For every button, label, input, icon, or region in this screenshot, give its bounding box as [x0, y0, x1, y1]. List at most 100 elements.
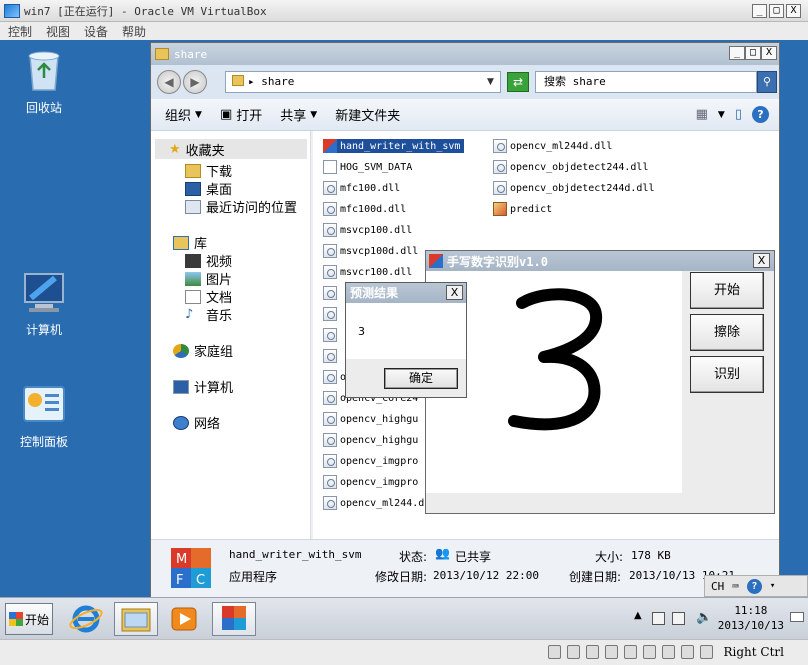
nav-pictures[interactable]: 图片 — [185, 269, 232, 288]
nav-videos[interactable]: 视频 — [185, 251, 232, 270]
open-button[interactable]: ▣ 打开 — [220, 105, 262, 124]
document-icon — [323, 160, 337, 174]
options-icon[interactable]: ▾ — [770, 581, 775, 591]
taskbar-ie-button[interactable] — [64, 602, 108, 636]
nav-label: 库 — [194, 237, 208, 252]
view-options-icon[interactable]: ▦ — [696, 107, 708, 122]
search-input[interactable]: 搜索 share — [535, 71, 757, 93]
dll-file-icon — [323, 244, 337, 258]
file-item[interactable] — [323, 307, 340, 321]
refresh-button[interactable]: ⇄ — [507, 72, 529, 92]
taskbar-media-player-button[interactable] — [162, 602, 206, 636]
recognize-button[interactable]: 识别 — [690, 356, 764, 393]
mouse-integration-icon[interactable] — [700, 645, 713, 659]
explorer-maximize-button[interactable]: □ — [745, 46, 761, 60]
nav-desktop[interactable]: 桌面 — [185, 179, 232, 198]
file-item[interactable]: opencv_highgu — [323, 412, 418, 426]
action-center-icon[interactable] — [672, 612, 685, 625]
show-hidden-icons[interactable]: ▲ — [634, 610, 642, 621]
file-item[interactable] — [323, 349, 340, 363]
file-item[interactable]: opencv_imgpro — [323, 454, 418, 468]
file-item[interactable]: predict — [493, 202, 552, 216]
desktop-icon-control-panel[interactable]: 控制面板 — [2, 384, 86, 450]
vbox-menu-control[interactable]: 控制 — [8, 23, 32, 40]
nav-computer[interactable]: 计算机 — [173, 377, 233, 396]
handwriting-app-close-button[interactable]: X — [753, 253, 770, 268]
result-dialog-close-button[interactable]: X — [446, 285, 463, 300]
taskbar-handwriting-app-button[interactable] — [212, 602, 256, 636]
file-item[interactable]: mfc100.dll — [323, 181, 400, 195]
vbox-menu-view[interactable]: 视图 — [46, 23, 70, 40]
file-item[interactable]: mfc100d.dll — [323, 202, 406, 216]
share-label: 共享 — [280, 109, 307, 124]
start-button[interactable]: 开始 — [690, 272, 764, 309]
desktop-icon-label: 控制面板 — [19, 435, 68, 449]
pictures-icon — [185, 271, 201, 286]
file-item[interactable]: hand_writer_with_svm — [323, 139, 465, 153]
file-item[interactable]: HOG_SVM_DATA — [323, 160, 412, 174]
keyboard-icon[interactable]: ⌨ — [732, 580, 739, 593]
nav-favorites[interactable]: ★ 收藏夹 — [155, 139, 307, 159]
vbox-menu-devices[interactable]: 设备 — [84, 23, 108, 40]
network-adapter-icon[interactable] — [681, 645, 694, 659]
forward-button[interactable]: ▶ — [183, 70, 207, 94]
address-input[interactable]: ▸ share — [225, 71, 501, 93]
nav-downloads[interactable]: 下载 — [185, 161, 232, 180]
desktop-icon-computer[interactable]: 计算机 — [2, 272, 86, 338]
nav-libraries[interactable]: 库 — [173, 233, 207, 252]
vbox-status-bar: Right Ctrl — [0, 639, 808, 665]
vbox-restore-button[interactable]: □ — [769, 4, 784, 18]
display-icon[interactable] — [643, 645, 656, 659]
file-item[interactable] — [323, 286, 340, 300]
organize-button[interactable]: 组织 ▼ — [165, 105, 202, 124]
file-item[interactable]: opencv_objdetect244d.dll — [493, 181, 655, 195]
nav-network[interactable]: 网络 — [173, 413, 220, 432]
documents-icon — [185, 289, 201, 304]
file-item[interactable] — [323, 328, 340, 342]
vbox-menu-help[interactable]: 帮助 — [122, 23, 146, 40]
desktop-icon-recycle-bin[interactable]: 回收站 — [2, 48, 86, 116]
show-desktop-button[interactable] — [790, 612, 804, 622]
taskbar-explorer-button[interactable] — [114, 602, 158, 636]
file-item[interactable]: msvcp100.dll — [323, 223, 412, 237]
file-item[interactable]: msvcp100d.dll — [323, 244, 418, 258]
shared-folders-icon[interactable] — [624, 645, 637, 659]
file-item[interactable]: opencv_imgpro — [323, 475, 418, 489]
new-folder-button[interactable]: 新建文件夹 — [335, 105, 400, 124]
chevron-down-icon[interactable]: ▼ — [718, 110, 725, 120]
ok-button[interactable]: 确定 — [384, 368, 458, 389]
language-indicator[interactable]: CH — [711, 580, 724, 593]
nav-music[interactable]: ♪ 音乐 — [185, 305, 232, 324]
usb-icon[interactable] — [605, 645, 618, 659]
preview-pane-icon[interactable]: ▯ — [735, 107, 742, 122]
file-item[interactable]: msvcr100.dll — [323, 265, 412, 279]
vbox-close-button[interactable]: X — [786, 4, 801, 18]
help-icon[interactable]: ? — [752, 106, 769, 123]
file-item[interactable]: opencv_highgu — [323, 433, 418, 447]
file-item[interactable]: opencv_ml244d.dll — [493, 139, 612, 153]
nav-homegroup[interactable]: 家庭组 — [173, 341, 233, 360]
nav-documents[interactable]: 文档 — [185, 287, 232, 306]
explorer-minimize-button[interactable]: _ — [729, 46, 745, 60]
start-menu-button[interactable]: 开始 — [5, 603, 53, 635]
help-icon[interactable]: ? — [746, 578, 762, 594]
network-tray-icon[interactable] — [652, 612, 665, 625]
address-dropdown-icon[interactable]: ▼ — [487, 71, 494, 93]
vbox-minimize-button[interactable]: _ — [752, 4, 767, 18]
hard-disk-icon[interactable] — [548, 645, 561, 659]
erase-button[interactable]: 擦除 — [690, 314, 764, 351]
share-button[interactable]: 共享 ▼ — [280, 105, 317, 124]
search-icon[interactable]: ⚲ — [757, 71, 777, 93]
back-button[interactable]: ◀ — [157, 70, 181, 94]
file-item[interactable]: opencv_objdetect244.dll — [493, 160, 648, 174]
dll-file-icon — [323, 307, 337, 321]
volume-icon[interactable]: 🔈 — [696, 610, 712, 625]
explorer-close-button[interactable]: X — [761, 46, 777, 60]
nav-recent[interactable]: 最近访问的位置 — [185, 197, 297, 216]
system-clock[interactable]: 11:18 2013/10/13 — [718, 603, 784, 633]
video-capture-icon[interactable] — [662, 645, 675, 659]
result-dialog-body: 3 — [346, 303, 466, 359]
audio-icon[interactable] — [586, 645, 599, 659]
optical-drive-icon[interactable] — [567, 645, 580, 659]
file-item[interactable]: opencv_ml244.dll — [323, 496, 436, 510]
